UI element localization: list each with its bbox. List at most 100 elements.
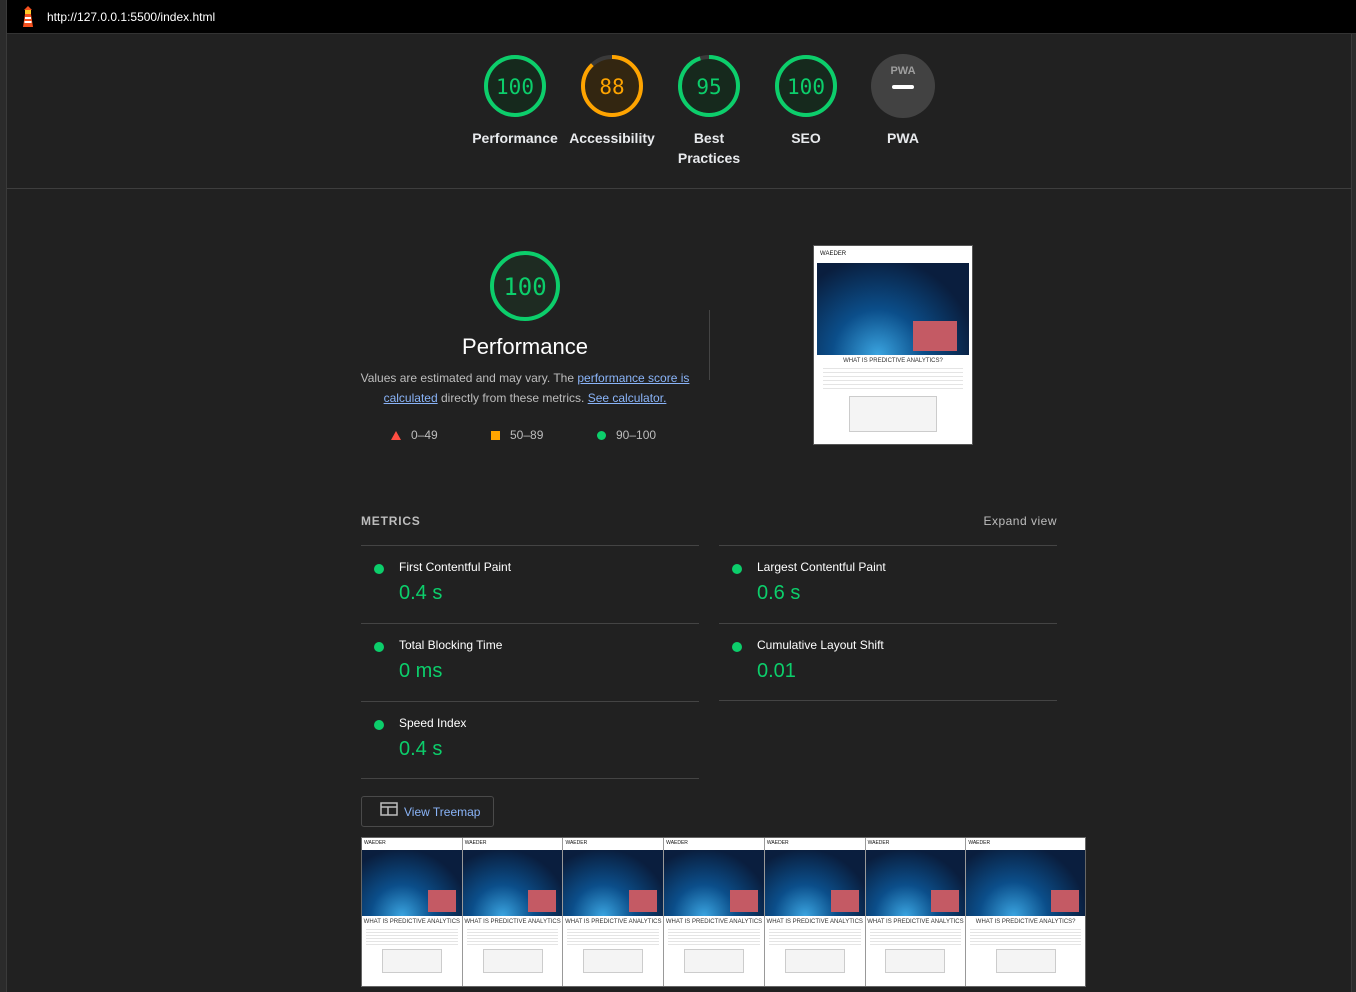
- filmstrip-frame: WAEDER WHAT IS PREDICTIVE ANALYTICS: [664, 838, 765, 986]
- legend-average-range: 50–89: [510, 428, 544, 442]
- performance-gauge: 100: [360, 248, 690, 324]
- metric-value: 0.4 s: [399, 738, 443, 760]
- legend-fail-range: 0–49: [411, 428, 438, 442]
- metric-cumulative-layout-shift: Cumulative Layout Shift 0.01: [719, 623, 1057, 701]
- filmstrip-frame: WAEDER WHAT IS PREDICTIVE ANALYTICS: [563, 838, 665, 986]
- screenshot-hero: [817, 263, 969, 355]
- frame-title: WHAT IS PREDICTIVE ANALYTICS: [665, 919, 763, 925]
- score-summary: 100 Performance 88 Accessibility 95 Best…: [7, 34, 1351, 189]
- legend-fail: 0–49: [391, 428, 438, 442]
- frame-title: WHAT IS PREDICTIVE ANALYTICS: [464, 919, 561, 925]
- legend-average: 50–89: [491, 428, 543, 442]
- filmstrip: WAEDER WHAT IS PREDICTIVE ANALYTICS WAED…: [361, 837, 1086, 987]
- metric-name: Speed Index: [399, 716, 467, 730]
- gauge-score: 100: [787, 75, 825, 99]
- filmstrip-frame: WAEDER WHAT IS PREDICTIVE ANALYTICS: [865, 838, 967, 986]
- gauge-label: SEO: [791, 130, 821, 146]
- frame-title: WHAT IS PREDICTIVE ANALYTICS: [363, 919, 461, 925]
- legend-pass: 90–100: [597, 428, 656, 442]
- report-topbar: http://127.0.0.1:5500/index.html: [7, 0, 1356, 34]
- treemap-icon: [380, 802, 398, 821]
- metric-value: 0 ms: [399, 660, 443, 682]
- gauge-label: Best Practices: [677, 130, 741, 166]
- frame-brand: WAEDER: [364, 840, 386, 846]
- metric-name: Cumulative Layout Shift: [757, 638, 884, 652]
- metric-first-contentful-paint: First Contentful Paint 0.4 s: [361, 545, 699, 623]
- metric-divider: [361, 778, 699, 779]
- see-calculator-link[interactable]: See calculator.: [588, 391, 667, 405]
- fail-triangle-icon: [391, 430, 401, 440]
- gauge-score: 100: [496, 75, 534, 99]
- metric-speed-index: Speed Index 0.4 s: [361, 701, 699, 779]
- gauge-score: 95: [696, 75, 721, 99]
- performance-score: 100: [503, 273, 546, 301]
- frame-hero: [966, 850, 1085, 916]
- frame-brand: WAEDER: [666, 840, 688, 846]
- metric-name: First Contentful Paint: [399, 560, 512, 574]
- metric-value: 0.6 s: [757, 582, 801, 604]
- gauge-performance[interactable]: 100 Performance: [465, 52, 565, 148]
- expand-view-toggle[interactable]: Expand view: [983, 514, 1057, 528]
- page-url: http://127.0.0.1:5500/index.html: [47, 9, 216, 24]
- frame-brand: WAEDER: [867, 840, 890, 846]
- filmstrip-frame: WAEDER WHAT IS PREDICTIVE ANALYTICS: [362, 838, 463, 986]
- desc-middle: directly from these metrics.: [437, 391, 588, 405]
- frame-hero: [362, 850, 462, 916]
- pass-circle-icon: [374, 564, 384, 574]
- gauge-accessibility[interactable]: 88 Accessibility: [562, 52, 662, 148]
- pwa-badge-icon: PWA: [871, 54, 935, 118]
- filmstrip-frame: WAEDER WHAT IS PREDICTIVE ANALYTICS: [764, 838, 866, 986]
- section-divider: [709, 310, 710, 380]
- frame-brand: WAEDER: [968, 840, 991, 846]
- performance-section: 100 Performance Values are estimated and…: [360, 248, 690, 408]
- metric-name: Largest Contentful Paint: [757, 560, 886, 574]
- window-left-edge: [0, 0, 7, 992]
- frame-hero: [764, 850, 865, 916]
- gauge-label: Accessibility: [569, 130, 655, 146]
- scrollbar-track[interactable]: [1351, 34, 1356, 992]
- pass-circle-icon: [732, 642, 742, 652]
- gauge-label: PWA: [887, 130, 919, 146]
- frame-title: WHAT IS PREDICTIVE ANALYTICS?: [975, 919, 1076, 925]
- view-treemap-button[interactable]: View Treemap: [361, 796, 494, 827]
- lighthouse-icon: [19, 5, 37, 28]
- view-treemap-label: View Treemap: [404, 804, 481, 819]
- legend-pass-range: 90–100: [616, 428, 657, 442]
- pass-circle-icon: [732, 564, 742, 574]
- screenshot-brand: WAEDER: [817, 249, 969, 263]
- frame-title: WHAT IS PREDICTIVE ANALYTICS: [867, 919, 964, 925]
- pass-circle-icon: [374, 720, 384, 730]
- metrics-header: METRICS Expand view: [361, 514, 1057, 528]
- gauge-seo[interactable]: 100 SEO: [756, 52, 856, 148]
- desc-prefix: Values are estimated and may vary. The: [360, 371, 578, 385]
- pwa-badge-text: PWA: [890, 65, 915, 77]
- pass-circle-icon: [597, 430, 606, 440]
- metric-divider: [719, 700, 1057, 701]
- gauge-pwa[interactable]: PWA PWA: [853, 52, 953, 148]
- frame-brand: WAEDER: [464, 840, 487, 846]
- gauge-label: Performance: [472, 130, 558, 146]
- metric-name: Total Blocking Time: [399, 638, 503, 652]
- performance-description: Values are estimated and may vary. The p…: [360, 368, 690, 408]
- metric-value: 0.4 s: [399, 582, 443, 604]
- gauge-score: 88: [599, 75, 624, 99]
- frame-hero: [664, 850, 764, 916]
- gauge-best-practices[interactable]: 95 Best Practices: [659, 52, 759, 168]
- metric-total-blocking-time: Total Blocking Time 0 ms: [361, 623, 699, 701]
- frame-title: WHAT IS PREDICTIVE ANALYTICS: [766, 919, 863, 925]
- pass-circle-icon: [374, 642, 384, 652]
- frame-brand: WAEDER: [766, 840, 789, 846]
- frame-hero: [462, 850, 563, 916]
- frame-title: WHAT IS PREDICTIVE ANALYTICS: [565, 919, 662, 925]
- frame-hero: [563, 850, 664, 916]
- screenshot-heading: WHAT IS PREDICTIVE ANALYTICS?: [843, 358, 943, 364]
- performance-title: Performance: [462, 334, 588, 359]
- metric-largest-contentful-paint: Largest Contentful Paint 0.6 s: [719, 545, 1057, 623]
- frame-brand: WAEDER: [565, 840, 588, 846]
- frame-hero: [865, 850, 966, 916]
- average-square-icon: [491, 430, 500, 440]
- metric-value: 0.01: [757, 660, 796, 682]
- final-screenshot[interactable]: WAEDER WHAT IS PREDICTIVE ANALYTICS?: [813, 245, 973, 445]
- metrics-title: METRICS: [361, 514, 421, 528]
- filmstrip-frame: WAEDER WHAT IS PREDICTIVE ANALYTICS: [462, 838, 564, 986]
